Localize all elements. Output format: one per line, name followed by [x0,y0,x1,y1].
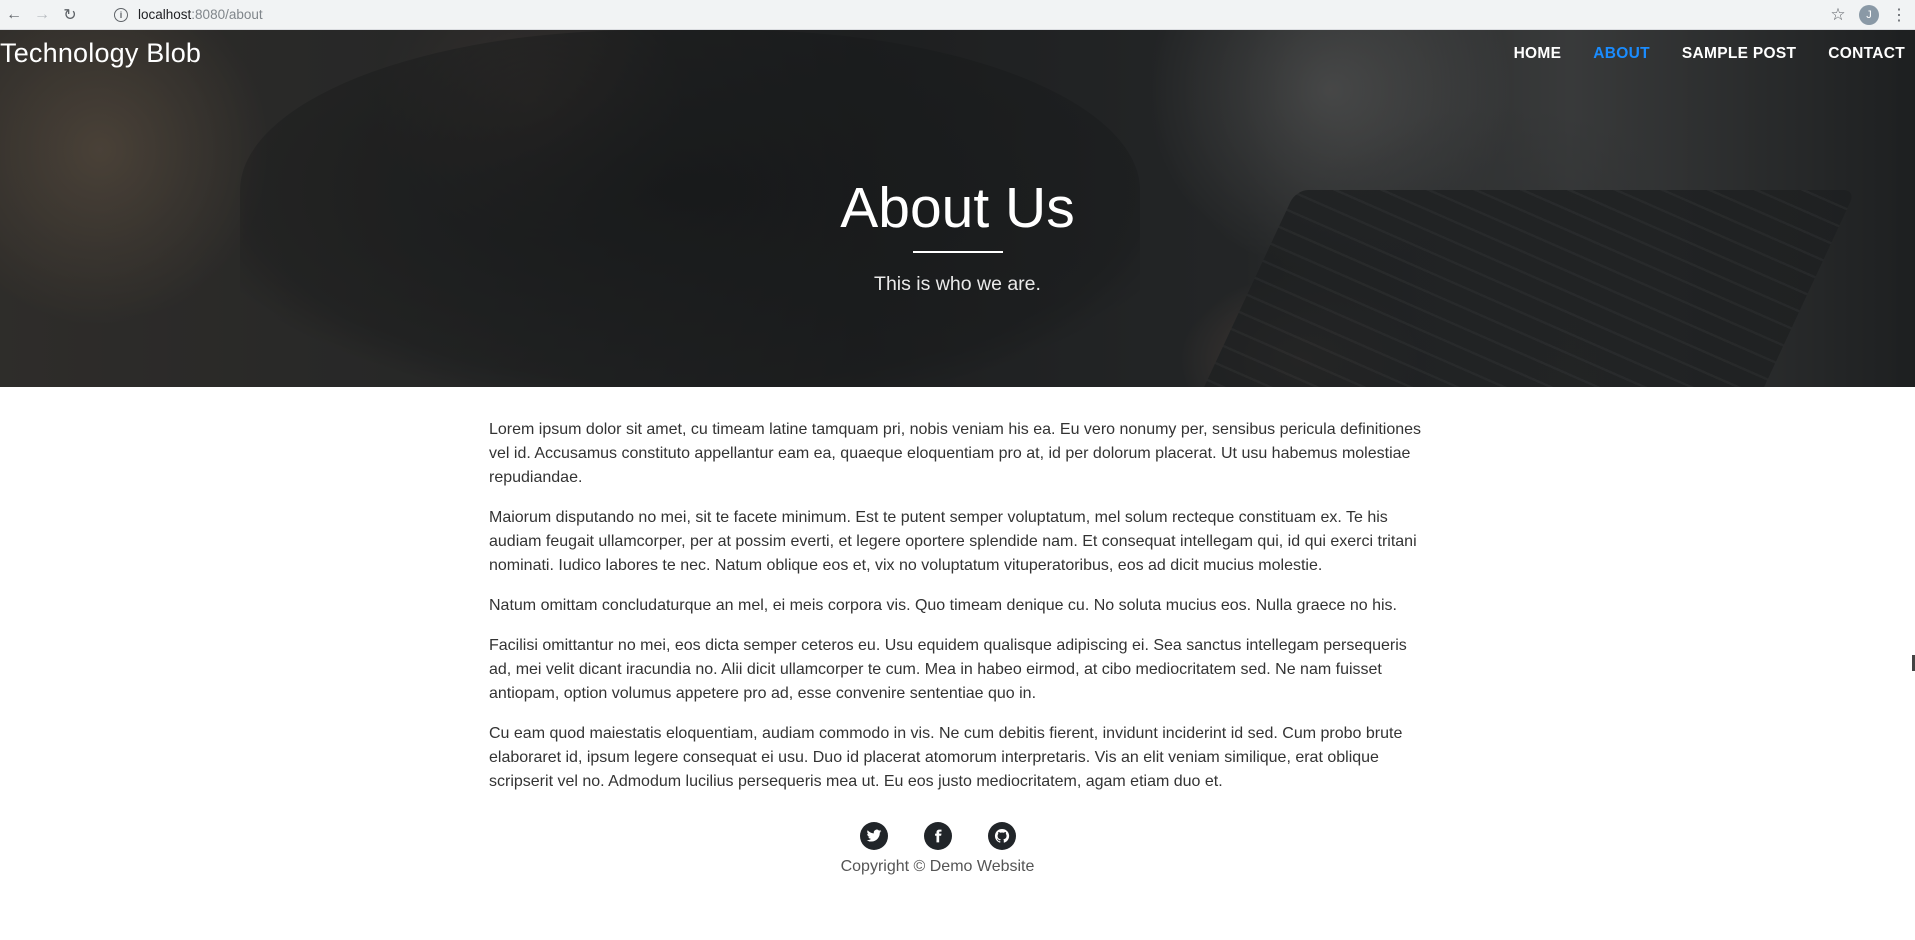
main-nav: HOME ABOUT SAMPLE POST CONTACT [1482,45,1915,63]
url-path: :8080/about [191,7,263,22]
url-host: localhost [138,7,192,22]
site-info-icon[interactable]: i [114,7,128,22]
main-content: Lorem ipsum dolor sit amet, cu timeam la… [489,418,1424,810]
facebook-icon[interactable] [923,822,952,850]
back-arrow-icon[interactable]: ← [0,1,28,29]
social-links [0,822,1915,850]
reload-icon[interactable]: ↻ [56,1,84,29]
nav-sample-post[interactable]: SAMPLE POST [1682,45,1796,63]
nav-about[interactable]: ABOUT [1593,45,1650,63]
hero-heading: About Us This is who we are. [0,180,1915,296]
page-title: About Us [840,176,1075,240]
browser-menu-icon[interactable]: ⋮ [1889,5,1909,25]
content-paragraph: Natum omittam concludaturque an mel, ei … [489,597,1397,614]
github-icon[interactable] [987,822,1016,850]
address-bar[interactable]: i localhost:8080/about [104,2,1839,27]
content-paragraph: Cu eam quod maiestatis eloquentiam, audi… [489,725,1403,790]
content-paragraph: Maiorum disputando no mei, sit te facete… [489,509,1417,574]
nav-contact[interactable]: CONTACT [1828,45,1905,63]
forward-arrow-icon[interactable]: → [28,1,56,29]
twitter-icon[interactable] [859,822,888,850]
page-subtitle: This is who we are. [874,273,1041,295]
bookmark-star-icon[interactable]: ☆ [1823,5,1853,25]
copyright-text: Copyright © Demo Website [840,858,1035,875]
content-paragraph: Facilisi omittantur no mei, eos dicta se… [489,637,1407,702]
nav-home[interactable]: HOME [1514,45,1562,63]
content-paragraph: Lorem ipsum dolor sit amet, cu timeam la… [489,421,1422,486]
page-header: Technology Blob HOME ABOUT SAMPLE POST C… [0,30,1915,387]
profile-avatar[interactable]: J [1859,5,1879,25]
browser-toolbar: ← → ↻ i localhost:8080/about ☆ J ⋮ [0,0,1915,30]
page-footer: Copyright © Demo Website [0,822,1915,876]
title-divider [912,251,1003,253]
site-brand[interactable]: Technology Blob [0,38,201,69]
